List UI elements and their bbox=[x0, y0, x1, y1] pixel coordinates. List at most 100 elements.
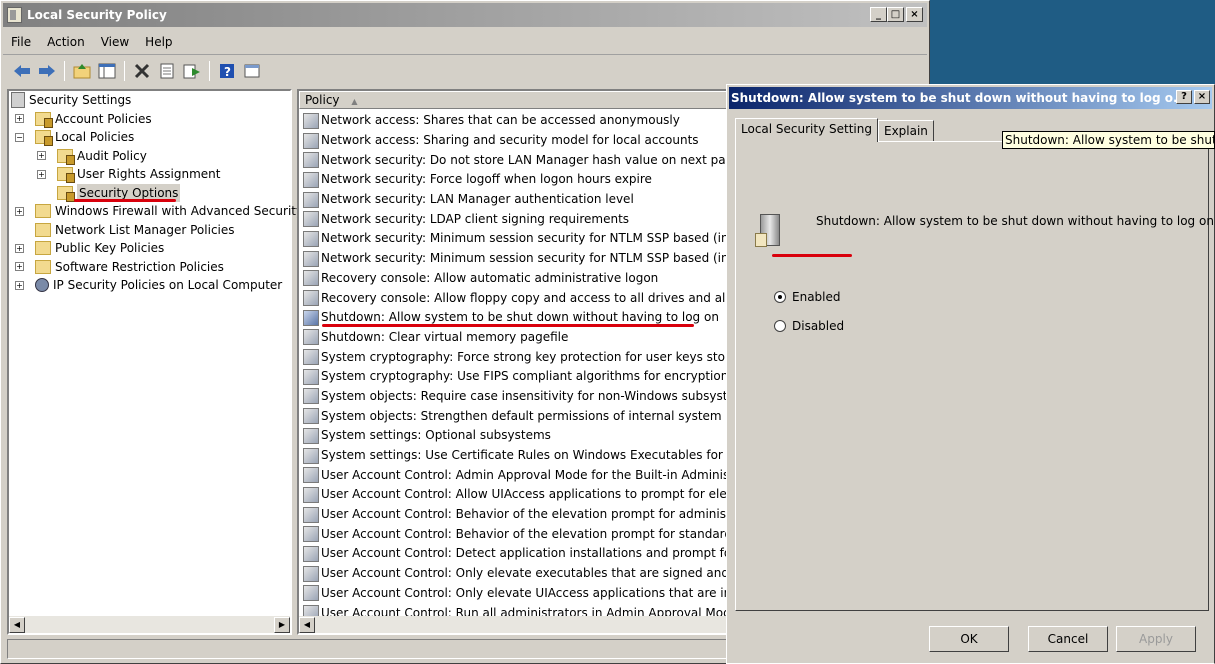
expand-icon[interactable]: + bbox=[15, 114, 24, 124]
policy-row[interactable]: User Account Control: Only elevate UIAcc… bbox=[299, 584, 729, 604]
minimize-button[interactable]: _ bbox=[870, 7, 887, 22]
policy-row[interactable]: User Account Control: Behavior of the el… bbox=[299, 524, 729, 544]
show-hide-tree-icon[interactable] bbox=[96, 60, 118, 82]
forward-icon[interactable] bbox=[36, 60, 58, 82]
policy-row[interactable]: Network security: LAN Manager authentica… bbox=[299, 190, 729, 210]
policy-row[interactable]: User Account Control: Behavior of the el… bbox=[299, 505, 729, 525]
expand-icon[interactable]: + bbox=[15, 206, 24, 216]
tab-local-security-setting[interactable]: Local Security Setting bbox=[735, 118, 878, 142]
properties-icon[interactable] bbox=[156, 60, 178, 82]
disabled-label: Disabled bbox=[792, 319, 845, 333]
expand-icon[interactable]: + bbox=[37, 169, 46, 179]
policy-row-label: System cryptography: Use FIPS compliant … bbox=[321, 369, 729, 384]
policy-setting-icon bbox=[303, 191, 319, 208]
main-window-title: Local Security Policy bbox=[27, 8, 167, 22]
dialog-close-button[interactable]: × bbox=[1194, 90, 1210, 104]
dialog-title-bar[interactable]: Shutdown: Allow system to be shut down w… bbox=[729, 87, 1212, 109]
dialog-caption-buttons: ? × bbox=[1176, 90, 1210, 104]
menu-file[interactable]: File bbox=[3, 35, 39, 49]
policy-row[interactable]: System cryptography: Use FIPS compliant … bbox=[299, 367, 729, 387]
tree-item-user-rights-assignment[interactable]: + User Rights Assignment bbox=[9, 165, 290, 184]
menu-view[interactable]: View bbox=[93, 35, 137, 49]
policy-row-label: System cryptography: Force strong key pr… bbox=[321, 349, 729, 364]
tree-item-security-settings[interactable]: Security Settings bbox=[9, 91, 290, 110]
policy-row-label: User Account Control: Behavior of the el… bbox=[321, 507, 729, 522]
policy-row-label: System objects: Strengthen default permi… bbox=[321, 408, 729, 423]
console-icon[interactable] bbox=[241, 60, 263, 82]
scroll-left-arrow-icon[interactable]: ◀ bbox=[9, 616, 25, 633]
tree-item-ip-security[interactable]: + IP Security Policies on Local Computer bbox=[9, 276, 290, 295]
expand-icon[interactable]: + bbox=[15, 280, 24, 290]
ok-button[interactable]: OK bbox=[929, 626, 1009, 652]
apply-button[interactable]: Apply bbox=[1116, 626, 1196, 652]
policy-setting-icon bbox=[303, 349, 319, 366]
status-bar bbox=[7, 639, 727, 659]
tree-item-audit-policy[interactable]: + Audit Policy bbox=[9, 147, 290, 166]
folder-icon bbox=[35, 111, 53, 128]
tree-item-account-policies[interactable]: + Account Policies bbox=[9, 110, 290, 129]
policy-row[interactable]: Shutdown: Clear virtual memory pagefile bbox=[299, 328, 729, 348]
policy-row[interactable]: User Account Control: Admin Approval Mod… bbox=[299, 465, 729, 485]
scroll-left-arrow-icon[interactable]: ◀ bbox=[299, 616, 315, 633]
policy-row[interactable]: Network security: Force logoff when logo… bbox=[299, 170, 729, 190]
ip-security-icon bbox=[35, 278, 49, 293]
policy-row[interactable]: Network access: Shares that can be acces… bbox=[299, 111, 729, 131]
menu-help[interactable]: Help bbox=[137, 35, 180, 49]
policy-row[interactable]: Recovery console: Allow floppy copy and … bbox=[299, 288, 729, 308]
policy-row[interactable]: System cryptography: Force strong key pr… bbox=[299, 347, 729, 367]
policy-setting-icon bbox=[303, 506, 319, 523]
scroll-right-arrow-icon[interactable]: ▶ bbox=[274, 616, 290, 633]
policy-row-label: Shutdown: Clear virtual memory pagefile bbox=[321, 329, 569, 344]
help-button[interactable]: ? bbox=[1176, 90, 1192, 104]
policy-column-header[interactable]: Policy ▲ bbox=[299, 91, 729, 109]
export-icon[interactable] bbox=[181, 60, 203, 82]
policy-row[interactable]: Network security: Minimum session securi… bbox=[299, 249, 729, 269]
tree-item-label: Public Key Policies bbox=[55, 241, 165, 256]
policy-row[interactable]: System objects: Strengthen default permi… bbox=[299, 406, 729, 426]
policy-list-pane[interactable]: Policy ▲ Network access: Shares that can… bbox=[297, 89, 731, 635]
expand-icon[interactable]: + bbox=[37, 151, 46, 161]
policy-row[interactable]: Network security: Do not store LAN Manag… bbox=[299, 150, 729, 170]
list-horizontal-scrollbar[interactable]: ◀ bbox=[299, 616, 729, 633]
policy-row[interactable]: Network security: Minimum session securi… bbox=[299, 229, 729, 249]
tree-item-software-restriction[interactable]: + Software Restriction Policies bbox=[9, 258, 290, 277]
dialog-tabs: Local Security Setting Explain bbox=[735, 118, 934, 142]
policy-row-label: Network access: Shares that can be acces… bbox=[321, 113, 680, 128]
help-icon[interactable]: ? bbox=[216, 60, 238, 82]
policy-row[interactable]: User Account Control: Allow UIAccess app… bbox=[299, 485, 729, 505]
main-title-bar[interactable]: Local Security Policy _ □ × bbox=[3, 3, 927, 27]
collapse-icon[interactable]: − bbox=[15, 132, 24, 142]
delete-icon[interactable] bbox=[131, 60, 153, 82]
cancel-button[interactable]: Cancel bbox=[1028, 626, 1108, 652]
disabled-radio[interactable]: Disabled bbox=[774, 319, 844, 333]
enabled-radio[interactable]: Enabled bbox=[774, 290, 841, 304]
policy-row[interactable]: User Account Control: Run all administra… bbox=[299, 603, 729, 616]
policy-setting-icon bbox=[303, 211, 319, 228]
tab-explain[interactable]: Explain bbox=[877, 120, 934, 142]
tree-item-network-list-manager[interactable]: Network List Manager Policies bbox=[9, 221, 290, 240]
maximize-button[interactable]: □ bbox=[887, 7, 904, 22]
menu-action[interactable]: Action bbox=[39, 35, 93, 49]
policy-setting-icon bbox=[303, 408, 319, 425]
policy-row[interactable]: Recovery console: Allow automatic admini… bbox=[299, 269, 729, 289]
tree-item-public-key-policies[interactable]: + Public Key Policies bbox=[9, 239, 290, 258]
expand-icon[interactable]: + bbox=[15, 243, 24, 253]
up-folder-icon[interactable] bbox=[71, 60, 93, 82]
expand-icon[interactable]: + bbox=[15, 262, 24, 272]
back-icon[interactable] bbox=[11, 60, 33, 82]
policy-row[interactable]: User Account Control: Detect application… bbox=[299, 544, 729, 564]
tree-item-label: Security Settings bbox=[29, 93, 132, 108]
policy-row[interactable]: User Account Control: Only elevate execu… bbox=[299, 564, 729, 584]
tree-item-local-policies[interactable]: − Local Policies bbox=[9, 128, 290, 147]
policy-row[interactable]: System settings: Use Certificate Rules o… bbox=[299, 446, 729, 466]
policy-row[interactable]: Network security: LDAP client signing re… bbox=[299, 209, 729, 229]
tree-item-windows-firewall[interactable]: + Windows Firewall with Advanced Securit… bbox=[9, 202, 303, 221]
policy-row-label: System settings: Use Certificate Rules o… bbox=[321, 448, 729, 463]
tree-horizontal-scrollbar[interactable]: ◀ ▶ bbox=[9, 616, 290, 633]
policy-row[interactable]: Network access: Sharing and security mod… bbox=[299, 131, 729, 151]
close-button[interactable]: × bbox=[906, 7, 923, 22]
svg-text:?: ? bbox=[224, 65, 231, 79]
tree-pane[interactable]: Security Settings + Account Policies − L… bbox=[7, 89, 303, 635]
policy-row[interactable]: System settings: Optional subsystems bbox=[299, 426, 729, 446]
policy-row[interactable]: System objects: Require case insensitivi… bbox=[299, 387, 729, 407]
